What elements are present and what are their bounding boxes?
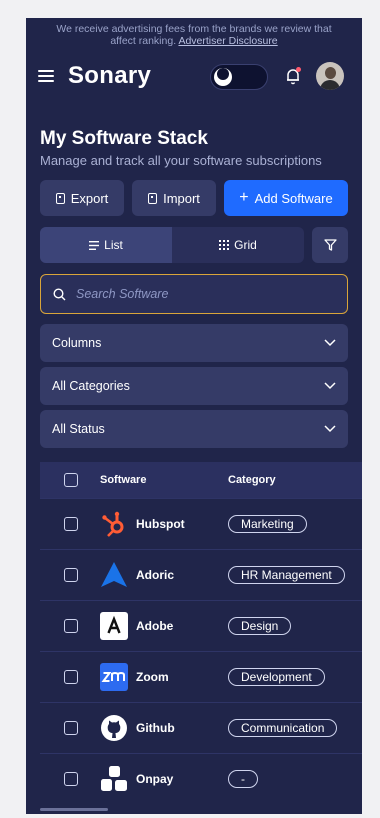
- table-header: Software Category: [40, 462, 362, 498]
- sonary-logo[interactable]: Sonary: [68, 62, 151, 90]
- software-name: Github: [136, 721, 175, 735]
- disclosure-text-line1: We receive advertising fees from the bra…: [56, 23, 332, 35]
- column-header-category[interactable]: Category: [228, 474, 276, 486]
- list-icon: [89, 240, 100, 250]
- status-dropdown[interactable]: All Status: [40, 410, 348, 448]
- table-row[interactable]: Onpay -: [40, 753, 362, 804]
- hubspot-icon: [100, 510, 128, 538]
- software-name: Adobe: [136, 619, 174, 633]
- search-icon: [53, 287, 66, 300]
- onpay-icon: [100, 765, 128, 793]
- table-row[interactable]: Zoom Development: [40, 651, 362, 702]
- category-badge: -: [228, 770, 258, 788]
- category-badge: Marketing: [228, 515, 307, 533]
- software-table: Software Category Hubspot Marketing Ador…: [40, 462, 362, 804]
- filter-icon: [323, 239, 337, 251]
- zoom-icon: [100, 663, 128, 691]
- columns-dropdown[interactable]: Columns: [40, 324, 348, 362]
- chevron-down-icon: [324, 382, 336, 390]
- theme-toggle[interactable]: [210, 64, 268, 90]
- search-input[interactable]: [74, 286, 318, 302]
- import-icon: [148, 192, 158, 204]
- moon-icon: [217, 68, 229, 80]
- adoric-icon: [100, 561, 128, 589]
- row-checkbox[interactable]: [64, 670, 78, 684]
- notification-bell-icon[interactable]: [284, 67, 302, 85]
- adobe-icon: [100, 612, 128, 640]
- grid-icon: [219, 240, 230, 250]
- plus-icon: +: [239, 189, 249, 206]
- row-checkbox[interactable]: [64, 517, 78, 531]
- grid-view-tab[interactable]: Grid: [172, 227, 304, 263]
- software-name: Adoric: [136, 568, 175, 582]
- chevron-down-icon: [324, 339, 336, 347]
- app-screen: We receive advertising fees from the bra…: [26, 18, 362, 814]
- table-row[interactable]: Adobe Design: [40, 600, 362, 651]
- categories-dropdown[interactable]: All Categories: [40, 367, 348, 405]
- advertiser-disclosure-link[interactable]: Advertiser Disclosure: [178, 35, 277, 47]
- category-badge: HR Management: [228, 566, 345, 584]
- chevron-down-icon: [324, 425, 336, 433]
- filter-button[interactable]: [312, 227, 348, 263]
- table-row[interactable]: Github Communication: [40, 702, 362, 753]
- list-view-tab[interactable]: List: [40, 227, 172, 263]
- disclosure-text-line2: affect ranking.: [110, 35, 179, 47]
- software-name: Hubspot: [136, 517, 185, 531]
- category-badge: Communication: [228, 719, 338, 737]
- github-icon: [100, 714, 128, 742]
- table-row[interactable]: Hubspot Marketing: [40, 498, 362, 549]
- row-checkbox[interactable]: [64, 568, 78, 582]
- category-badge: Development: [228, 668, 325, 686]
- notification-dot: [296, 67, 301, 72]
- export-button[interactable]: Export: [40, 180, 124, 216]
- top-navigation: Sonary: [26, 52, 362, 100]
- select-all-checkbox[interactable]: [64, 473, 78, 487]
- page-title: My Software Stack: [40, 128, 208, 149]
- export-icon: [55, 192, 65, 204]
- category-badge: Design: [228, 617, 292, 635]
- search-box: [40, 274, 348, 314]
- user-avatar[interactable]: [316, 62, 344, 90]
- import-button[interactable]: Import: [132, 180, 216, 216]
- software-name: Onpay: [136, 772, 174, 786]
- column-header-software[interactable]: Software: [100, 474, 228, 486]
- page-subtitle: Manage and track all your software subsc…: [40, 153, 322, 168]
- software-name: Zoom: [136, 670, 169, 684]
- add-software-button[interactable]: + Add Software: [224, 180, 348, 216]
- row-checkbox[interactable]: [64, 721, 78, 735]
- advertiser-disclosure-banner: We receive advertising fees from the bra…: [26, 18, 362, 52]
- row-checkbox[interactable]: [64, 619, 78, 633]
- view-switcher: List Grid: [40, 227, 304, 263]
- row-checkbox[interactable]: [64, 772, 78, 786]
- horizontal-scrollbar[interactable]: [40, 808, 108, 811]
- table-row[interactable]: Adoric HR Management: [40, 549, 362, 600]
- hamburger-menu-icon[interactable]: [38, 70, 54, 82]
